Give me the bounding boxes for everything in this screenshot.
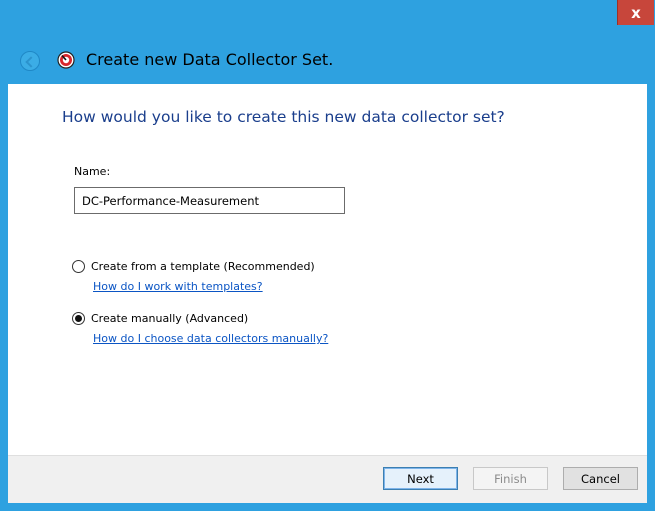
template-radio[interactable]: [72, 260, 85, 273]
performance-monitor-icon: [57, 51, 75, 69]
cancel-button[interactable]: Cancel: [563, 467, 638, 490]
name-label: Name:: [74, 165, 111, 178]
templates-help-link[interactable]: How do I work with templates?: [93, 280, 263, 293]
option-manual[interactable]: Create manually (Advanced): [72, 312, 248, 325]
window-title: Create new Data Collector Set.: [86, 50, 334, 69]
page-heading: How would you like to create this new da…: [62, 108, 505, 126]
close-icon: x: [631, 3, 641, 22]
manual-help-link[interactable]: How do I choose data collectors manually…: [93, 332, 328, 345]
manual-radio-label: Create manually (Advanced): [91, 312, 249, 325]
name-input[interactable]: [74, 187, 345, 214]
back-button[interactable]: [20, 51, 40, 71]
next-button[interactable]: Next: [383, 467, 458, 490]
template-radio-label: Create from a template (Recommended): [91, 260, 315, 273]
wizard-window: x Create new Data Collector Set. How wou…: [0, 0, 655, 511]
finish-button[interactable]: Finish: [473, 467, 548, 490]
wizard-footer: Next Finish Cancel: [8, 455, 647, 503]
title-bar: x Create new Data Collector Set.: [0, 0, 655, 84]
manual-radio[interactable]: [72, 312, 85, 325]
option-template[interactable]: Create from a template (Recommended): [72, 260, 315, 273]
close-button[interactable]: x: [617, 0, 654, 25]
wizard-content: How would you like to create this new da…: [8, 84, 647, 455]
